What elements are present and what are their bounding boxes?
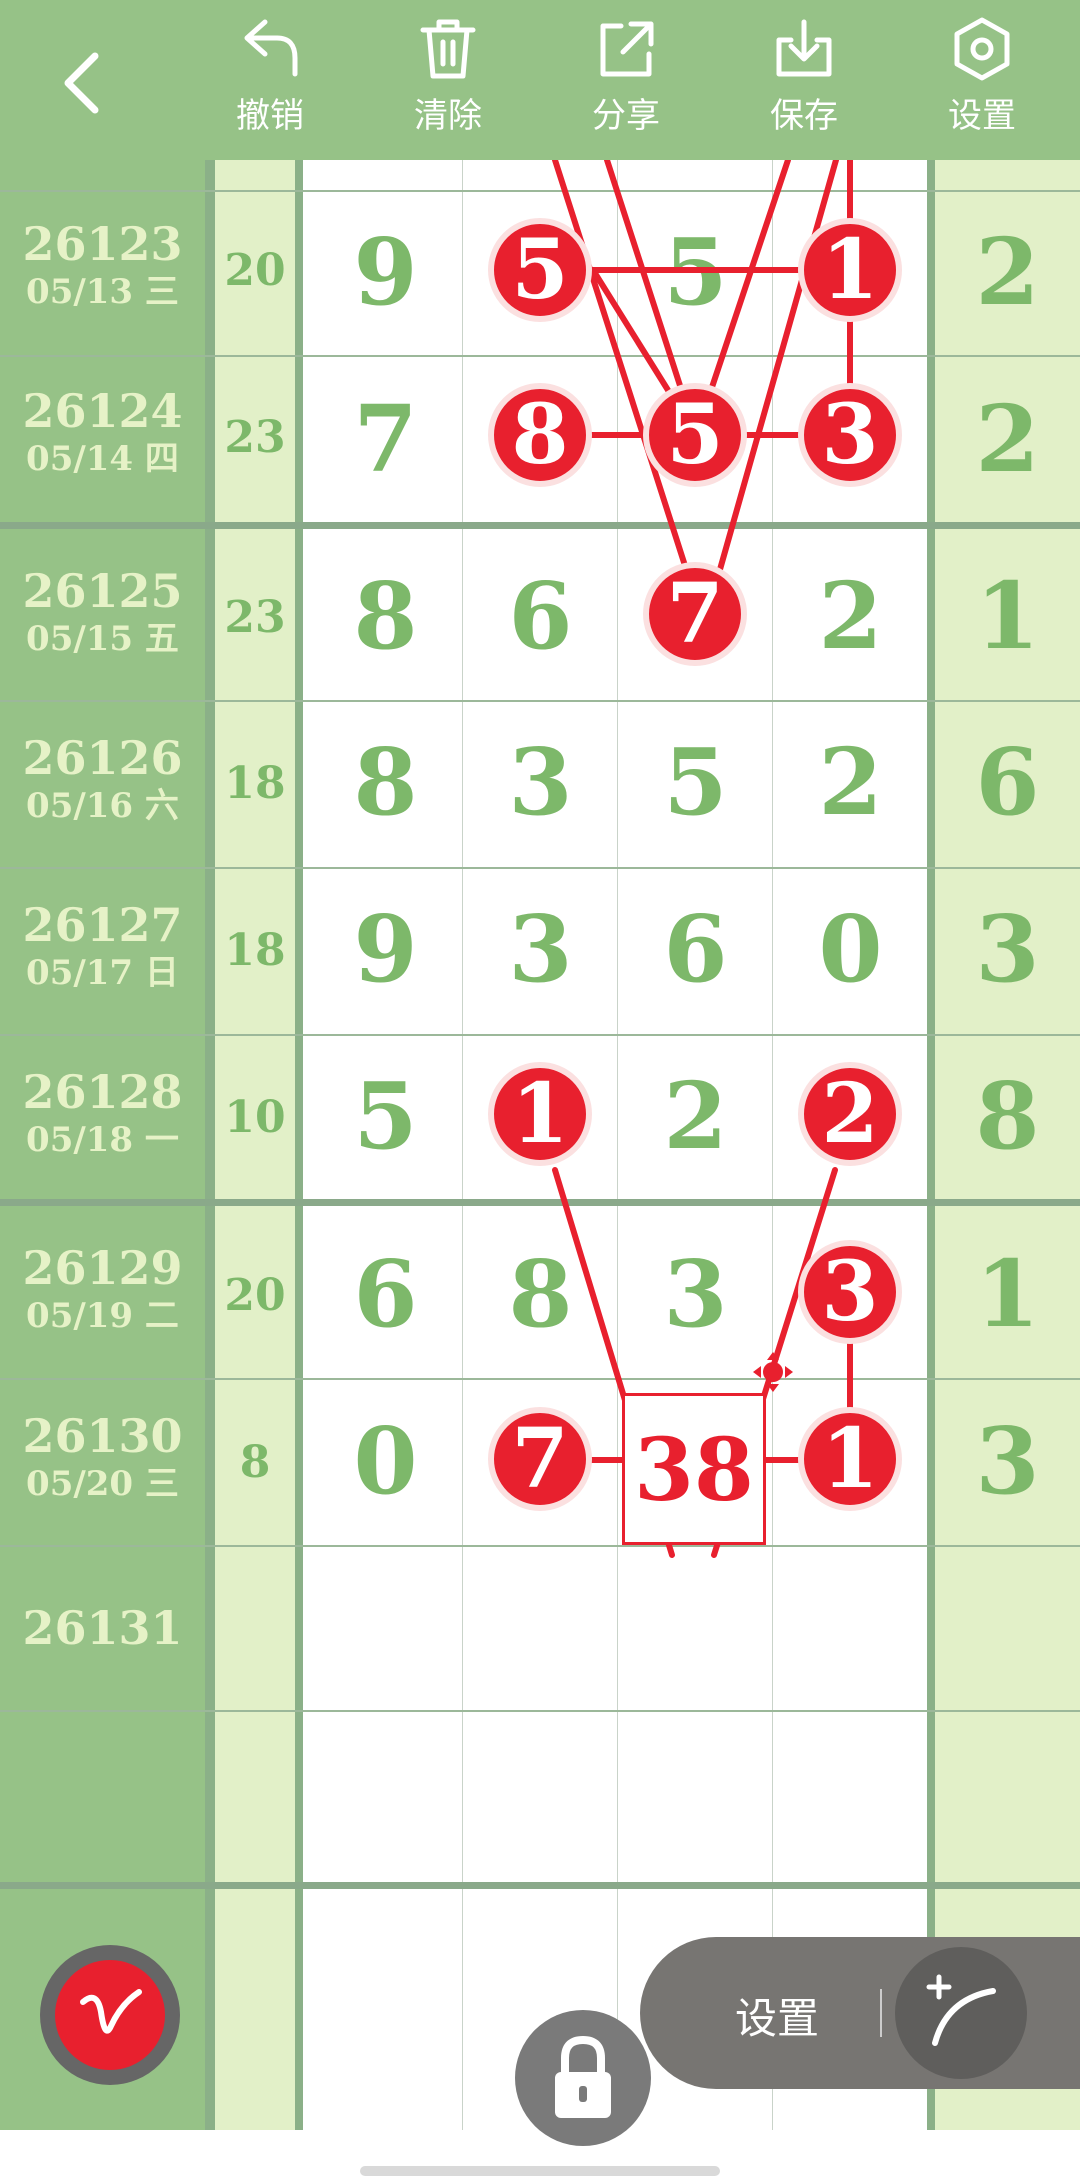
highlight-ball[interactable]: 1	[488, 1062, 592, 1166]
undo-button[interactable]: 撤销	[205, 14, 335, 144]
lock-button[interactable]	[515, 2010, 651, 2146]
undo-icon	[244, 19, 298, 77]
undo-label: 撤销	[236, 96, 304, 136]
line-tool-icon	[926, 1974, 996, 2046]
pill-divider	[880, 1989, 882, 2037]
chevron-left-icon	[64, 52, 99, 114]
save-label: 保存	[770, 96, 838, 136]
share-label: 分享	[592, 96, 660, 136]
clear-button[interactable]: 清除	[383, 14, 513, 144]
hexagon-settings-icon	[954, 17, 1010, 81]
home-indicator[interactable]	[360, 2166, 720, 2176]
pen-icon-bg	[55, 1960, 165, 2070]
draw-settings-panel: 设置	[640, 1937, 1080, 2089]
trash-icon	[420, 19, 476, 79]
save-button[interactable]: 保存	[739, 14, 869, 144]
settings-button[interactable]: 设置	[917, 14, 1047, 144]
back-button[interactable]	[40, 38, 130, 128]
share-icon	[600, 21, 654, 77]
line-tool-button[interactable]	[895, 1947, 1027, 2079]
download-icon	[776, 19, 832, 77]
highlight-ball[interactable]: 5	[643, 383, 747, 487]
highlight-ball[interactable]: 3	[798, 1240, 902, 1344]
draw-settings-button[interactable]: 设置	[735, 1985, 819, 2046]
highlight-ball[interactable]: 2	[798, 1062, 902, 1166]
top-toolbar: 撤销 清除 分享 保存 设置	[0, 0, 1080, 160]
share-button[interactable]: 分享	[561, 14, 691, 144]
settings-label: 设置	[948, 96, 1016, 136]
lock-icon	[555, 2035, 611, 2118]
highlight-ball[interactable]: 1	[798, 1407, 902, 1511]
drag-marker[interactable]	[753, 1352, 793, 1392]
highlight-ball[interactable]: 7	[488, 1407, 592, 1511]
highlight-ball[interactable]: 1	[798, 218, 902, 322]
highlight-ball[interactable]: 5	[488, 218, 592, 322]
pen-tool-button[interactable]	[40, 1945, 180, 2085]
highlight-ball[interactable]: 3	[798, 383, 902, 487]
highlight-ball[interactable]: 8	[488, 383, 592, 487]
clear-label: 清除	[414, 96, 482, 136]
pen-stroke-icon	[80, 1989, 142, 2034]
highlight-ball[interactable]: 7	[643, 562, 747, 666]
prediction-box[interactable]: 38	[622, 1393, 766, 1545]
